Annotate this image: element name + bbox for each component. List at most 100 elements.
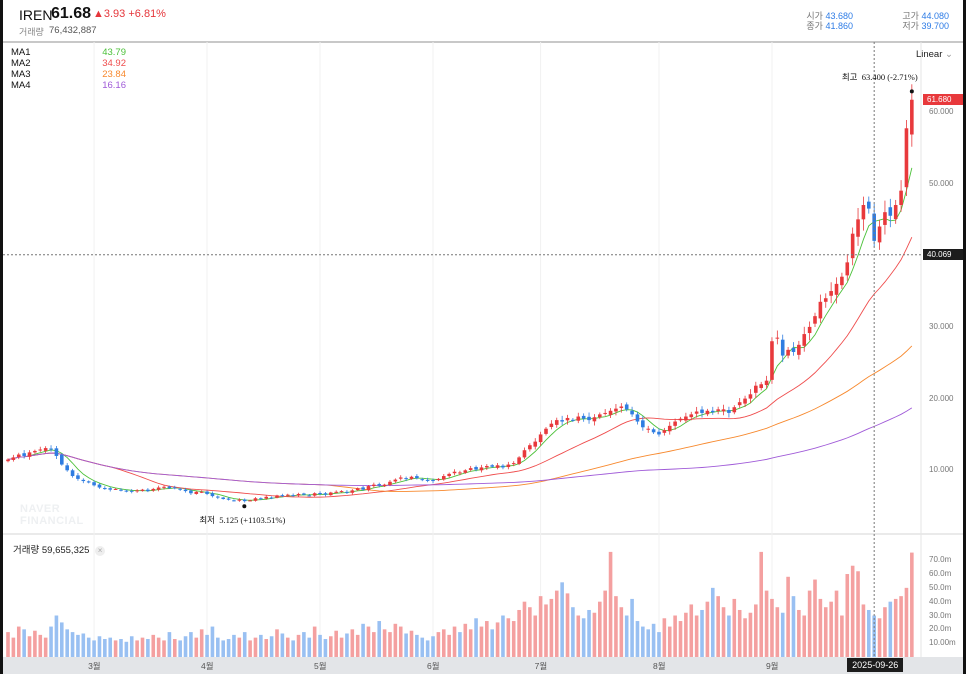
volume-bar (366, 626, 371, 657)
price-tick-label: 60.000 (929, 106, 954, 116)
candle-body (361, 487, 365, 490)
volume-bar (479, 626, 484, 657)
volume-bar (113, 640, 118, 657)
volume-bar (151, 634, 156, 657)
volume-bar (694, 615, 699, 657)
volume-bar (791, 596, 796, 657)
candle-body (97, 484, 102, 488)
volume-bar (759, 551, 763, 657)
candle-body (673, 421, 677, 426)
candle-body (463, 470, 468, 473)
volume-bar (511, 621, 516, 657)
candle-body (721, 409, 726, 412)
candle-body (813, 316, 817, 324)
volume-bar (296, 634, 301, 657)
volume-bar (60, 622, 64, 657)
volume-bar (81, 633, 86, 657)
candle-body (818, 301, 823, 319)
volume-bar (210, 626, 215, 657)
volume-bar (910, 552, 914, 657)
low-marker (242, 504, 247, 509)
candle-body (544, 428, 548, 434)
volume-bar (823, 607, 828, 657)
volume-bar (447, 634, 451, 657)
candle-body (205, 491, 209, 494)
candle-body (538, 434, 543, 443)
month-label: 3월 (88, 661, 101, 671)
candle-body (194, 491, 199, 494)
candle-body (447, 473, 451, 477)
candle-body (108, 488, 113, 490)
candle-body (167, 486, 172, 489)
volume-bar (684, 612, 688, 657)
volume-panel-legend: 거래량 59,655,325 × (13, 542, 106, 556)
volume-bar (630, 598, 634, 657)
volume-bar (339, 637, 344, 657)
chevron-down-icon: ⌄ (945, 49, 953, 60)
volume-bar (76, 634, 80, 657)
volume-bar (285, 637, 290, 657)
volume-bar (710, 587, 715, 657)
volume-bar (167, 632, 172, 657)
candle-body (506, 464, 511, 468)
volume-bar (517, 609, 521, 657)
volume-bar (780, 612, 785, 657)
candle-body (129, 490, 134, 492)
candle-body (388, 481, 392, 485)
price-tick-label: 30.000 (929, 321, 954, 331)
candle-body (716, 409, 720, 411)
volume-tick-label: 10.00m (929, 638, 956, 648)
high-marker (909, 89, 914, 94)
candle-body (436, 478, 441, 481)
candle-body (355, 488, 360, 491)
volume-bar (49, 626, 53, 657)
candle-body (684, 416, 688, 421)
volume-bar (27, 636, 32, 657)
candle-body (199, 491, 204, 493)
price-chart[interactable] (3, 0, 963, 674)
volume-bar (576, 615, 581, 657)
volume-bar (43, 637, 48, 657)
low-annotation: 최저 5.125 (+1103.51%) (199, 515, 286, 526)
candle-body (888, 207, 893, 216)
candle-body (275, 495, 279, 498)
candle-body (657, 431, 661, 435)
volume-bar (743, 618, 747, 657)
volume-bar (705, 601, 710, 657)
candle-body (409, 476, 414, 479)
volume-bar (318, 634, 322, 657)
candle-body (528, 445, 532, 450)
candle-body (727, 410, 731, 413)
volume-bar (490, 629, 494, 657)
volume-bar (635, 621, 640, 657)
candle-body (113, 488, 118, 490)
candle-body (296, 493, 301, 496)
candle-body (867, 201, 871, 209)
candle-body (522, 450, 527, 458)
volume-bar (452, 626, 457, 657)
volume-bar (463, 623, 468, 657)
candle-body (334, 491, 338, 493)
candle-body (189, 490, 193, 494)
candle-body (345, 491, 349, 493)
candle-body (797, 344, 801, 355)
candle-body (178, 488, 182, 490)
close-icon[interactable]: × (95, 546, 106, 556)
current-price-tag: 61.680 (923, 93, 963, 105)
candle-body (560, 420, 564, 422)
crosshair-date-tag: 2025-09-26 (847, 658, 904, 672)
candle-body (576, 416, 581, 421)
volume-bar (388, 632, 392, 657)
candle-body (667, 425, 672, 432)
candle-body (425, 479, 430, 481)
volume-bar (861, 604, 866, 657)
volume-bar (22, 629, 26, 657)
scale-mode-dropdown[interactable]: Linear ⌄ (916, 49, 953, 60)
volume-bar (232, 634, 236, 657)
candle-body (156, 487, 161, 490)
candle-body (280, 495, 285, 497)
candle-body (624, 404, 629, 410)
volume-bar (770, 598, 774, 657)
volume-bar (501, 615, 505, 657)
volume-bar (226, 639, 231, 657)
